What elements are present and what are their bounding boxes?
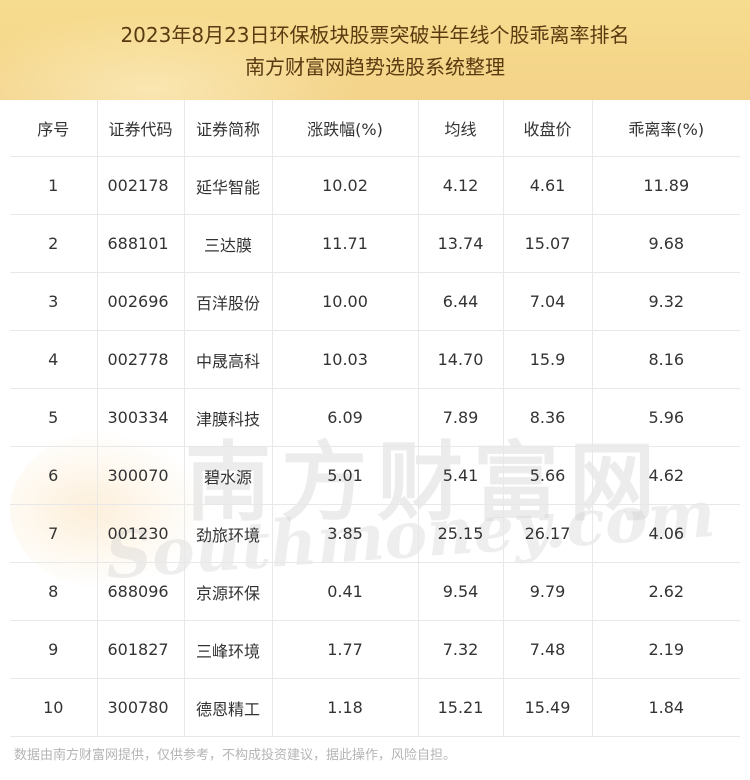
table-cell: 13.74 — [418, 214, 504, 273]
column-header: 证券代码 — [97, 100, 185, 157]
table-cell: 002778 — [97, 330, 185, 389]
column-header: 证券简称 — [184, 100, 273, 157]
table-row: 1 002178 延华智能 10.02 4.12 4.61 11.89 — [10, 156, 740, 215]
table-cell: 601827 — [97, 620, 185, 679]
table-cell: 1.77 — [272, 620, 419, 679]
table-cell: 5.41 — [418, 446, 504, 505]
table-cell: 5.01 — [272, 446, 419, 505]
ranking-table-card: 南方财富网 Southmoney.com 序号 证券代码 证券简称 涨跌幅(%) 均线收… — [10, 100, 740, 740]
table-cell: 6 — [10, 446, 98, 505]
table-cell: 300334 — [97, 388, 185, 447]
table-cell: 劲旅环境 — [184, 504, 273, 563]
table-cell: 碧水源 — [184, 446, 273, 505]
table-cell: 4.12 — [418, 156, 504, 215]
table-cell: 7.48 — [503, 620, 593, 679]
table-cell: 7 — [10, 504, 98, 563]
table-cell: 15.49 — [503, 678, 593, 737]
table-cell: 6.44 — [418, 272, 504, 331]
table-cell: 15.21 — [418, 678, 504, 737]
column-header: 收盘价 — [503, 100, 593, 157]
table-cell: 25.15 — [418, 504, 504, 563]
table-cell: 百洋股份 — [184, 272, 273, 331]
table-cell: 11.71 — [272, 214, 419, 273]
table-cell: 9.54 — [418, 562, 504, 621]
table-cell: 11.89 — [592, 156, 740, 215]
table-cell: 4.62 — [592, 446, 740, 505]
table-cell: 0.41 — [272, 562, 419, 621]
table-cell: 京源环保 — [184, 562, 273, 621]
table-cell: 延华智能 — [184, 156, 273, 215]
disclaimer-footer: 数据由南方财富网提供，仅供参考，不构成投资建议，据此操作，风险自担。 — [14, 748, 457, 763]
table-cell: 10.03 — [272, 330, 419, 389]
column-header: 均线 — [418, 100, 504, 157]
table-cell: 4 — [10, 330, 98, 389]
table-row: 7 001230 劲旅环境 3.85 25.15 26.17 4.06 — [10, 504, 740, 563]
table-cell: 4.61 — [503, 156, 593, 215]
table-cell: 10.00 — [272, 272, 419, 331]
table-cell: 1.18 — [272, 678, 419, 737]
table-cell: 688101 — [97, 214, 185, 273]
table-row: 4 002778 中晟高科 10.03 14.70 15.9 8.16 — [10, 330, 740, 389]
table-cell: 3 — [10, 272, 98, 331]
column-header: 乖离率(%) — [592, 100, 740, 157]
table-cell: 002696 — [97, 272, 185, 331]
table-cell: 德恩精工 — [184, 678, 273, 737]
table-cell: 6.09 — [272, 388, 419, 447]
table-cell: 14.70 — [418, 330, 504, 389]
table-cell: 三峰环境 — [184, 620, 273, 679]
header-banner: 2023年8月23日环保板块股票突破半年线个股乖离率排名 南方财富网趋势选股系统… — [0, 0, 750, 100]
table-row: 3 002696 百洋股份 10.00 6.44 7.04 9.32 — [10, 272, 740, 331]
table-row: 6 300070 碧水源 5.01 5.41 5.66 4.62 — [10, 446, 740, 505]
ranking-table: 序号 证券代码 证券简称 涨跌幅(%) 均线 收盘价 乖离率(%) 1 002178 延华智能 1… — [10, 100, 740, 737]
page-title: 2023年8月23日环保板块股票突破半年线个股乖离率排名 — [120, 23, 630, 47]
page-subtitle: 南方财富网趋势选股系统整理 — [245, 55, 505, 79]
table-cell: 002178 — [97, 156, 185, 215]
column-header: 涨跌幅(%) — [272, 100, 419, 157]
table-cell: 8.36 — [503, 388, 593, 447]
table-cell: 2.19 — [592, 620, 740, 679]
table-cell: 津膜科技 — [184, 388, 273, 447]
table-cell: 7.32 — [418, 620, 504, 679]
table-row: 2 688101 三达膜 11.71 13.74 15.07 9.68 — [10, 214, 740, 273]
table-row: 10 300780 德恩精工 1.18 15.21 15.49 1.84 — [10, 678, 740, 737]
table-cell: 2.62 — [592, 562, 740, 621]
table-cell: 688096 — [97, 562, 185, 621]
table-cell: 1 — [10, 156, 98, 215]
table-header-row: 序号 证券代码 证券简称 涨跌幅(%) 均线 收盘价 乖离率(%) — [10, 100, 740, 157]
table-cell: 8.16 — [592, 330, 740, 389]
table-cell: 001230 — [97, 504, 185, 563]
table-cell: 9.32 — [592, 272, 740, 331]
table-body: 1 002178 延华智能 10.02 4.12 4.61 11.89 2 688101 三达膜 1… — [10, 156, 740, 737]
table-row: 8 688096 京源环保 0.41 9.54 9.79 2.62 — [10, 562, 740, 621]
table-row: 9 601827 三峰环境 1.77 7.32 7.48 2.19 — [10, 620, 740, 679]
table-cell: 9.68 — [592, 214, 740, 273]
table-cell: 7.89 — [418, 388, 504, 447]
table-cell: 8 — [10, 562, 98, 621]
table-cell: 4.06 — [592, 504, 740, 563]
table-cell: 5.96 — [592, 388, 740, 447]
table-row: 5 300334 津膜科技 6.09 7.89 8.36 5.96 — [10, 388, 740, 447]
table-cell: 7.04 — [503, 272, 593, 331]
table-cell: 1.84 — [592, 678, 740, 737]
table-cell: 三达膜 — [184, 214, 273, 273]
table-cell: 15.07 — [503, 214, 593, 273]
table-cell: 5 — [10, 388, 98, 447]
table-cell: 10 — [10, 678, 98, 737]
table-cell: 300780 — [97, 678, 185, 737]
table-cell: 5.66 — [503, 446, 593, 505]
table-cell: 3.85 — [272, 504, 419, 563]
table-cell: 2 — [10, 214, 98, 273]
table-cell: 26.17 — [503, 504, 593, 563]
table-cell: 9.79 — [503, 562, 593, 621]
table-cell: 9 — [10, 620, 98, 679]
table-cell: 10.02 — [272, 156, 419, 215]
table-cell: 15.9 — [503, 330, 593, 389]
column-header: 序号 — [10, 100, 98, 157]
table-cell: 中晟高科 — [184, 330, 273, 389]
table-cell: 300070 — [97, 446, 185, 505]
